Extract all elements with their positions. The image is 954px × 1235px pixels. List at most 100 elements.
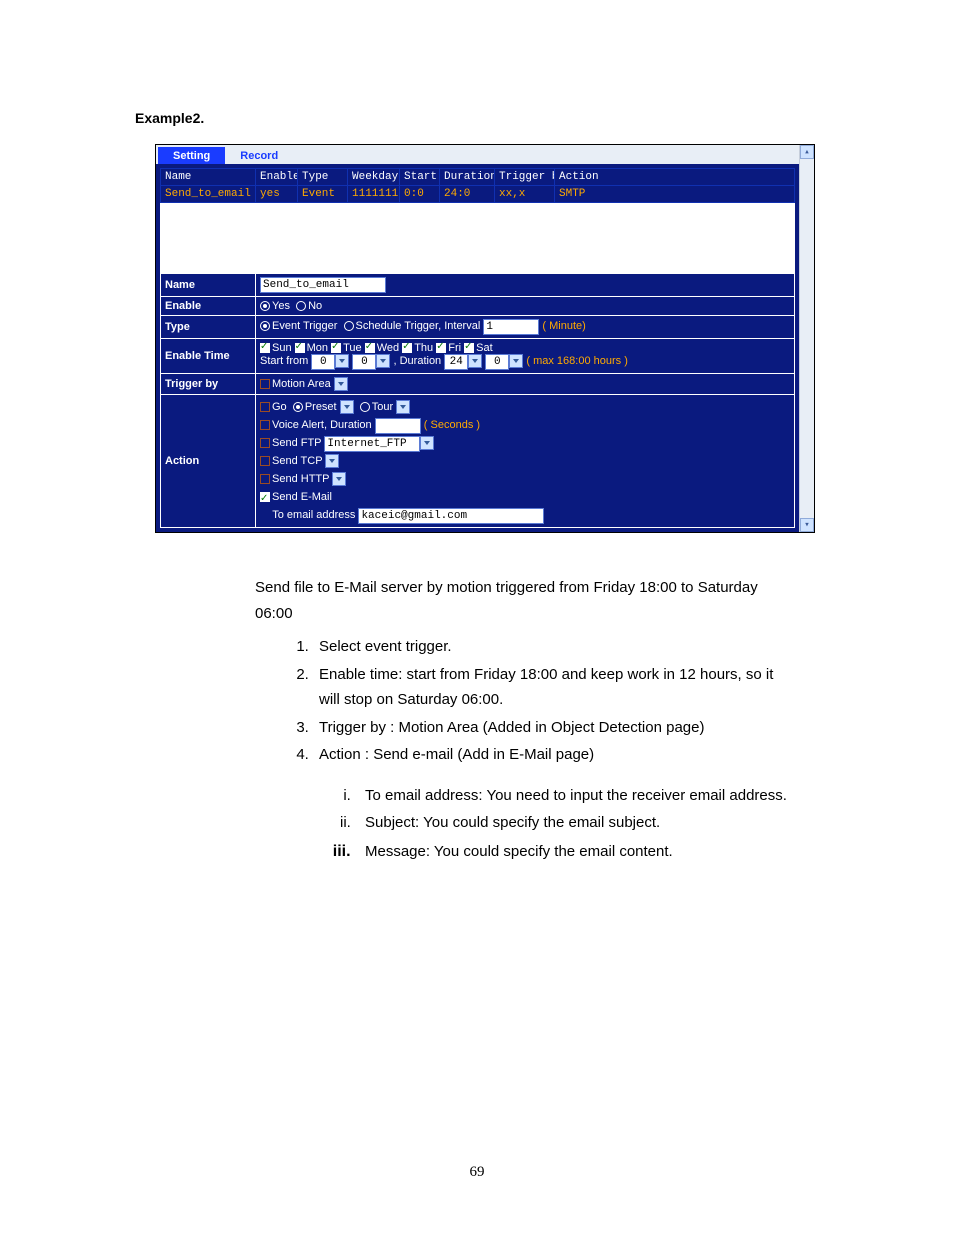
th-type: Type [298, 169, 348, 186]
max-hours-label: ( max 168:00 hours ) [526, 355, 628, 367]
scrollbar[interactable]: ▴ ▾ [799, 145, 814, 532]
motion-area-text: Motion Area [272, 378, 331, 390]
substep-ii: Subject: You could specify the email sub… [355, 810, 795, 836]
radio-event-trigger[interactable] [260, 321, 270, 331]
day-thu: Thu [414, 342, 433, 354]
http-dd[interactable] [332, 472, 346, 486]
events-table: Name Enable Type Weekday Start Duration … [160, 168, 795, 203]
th-trigger: Trigger by [495, 169, 555, 186]
chk-thu[interactable] [402, 343, 412, 353]
step-4: Action : Send e-mail (Add in E-Mail page… [313, 742, 795, 768]
send-http-text: Send HTTP [272, 473, 329, 485]
radio-preset[interactable] [293, 402, 303, 412]
name-input[interactable] [260, 277, 386, 293]
interval-input[interactable] [483, 319, 539, 335]
tabs-bar: Setting Record [156, 145, 799, 164]
enable-no-text: No [308, 300, 322, 312]
intro-paragraph: Send file to E-Mail server by motion tri… [255, 575, 795, 626]
email-input[interactable] [358, 508, 544, 524]
label-type: Type [161, 316, 256, 339]
example-heading: Example2. [135, 110, 819, 126]
scroll-track[interactable] [800, 159, 814, 518]
type-sched-text: Schedule Trigger, Interval [356, 320, 481, 332]
minute-label: ( Minute) [542, 320, 585, 332]
radio-tour[interactable] [360, 402, 370, 412]
cell-enable: yes [256, 186, 298, 203]
th-action: Action [555, 169, 795, 186]
go-text: Go [272, 401, 287, 413]
scroll-up-icon[interactable]: ▴ [800, 145, 814, 159]
dur-hour-dd[interactable] [468, 354, 482, 368]
cell-type: Event [298, 186, 348, 203]
day-tue: Tue [343, 342, 362, 354]
chk-tue[interactable] [331, 343, 341, 353]
chk-send-email[interactable] [260, 492, 270, 502]
motion-area-dd[interactable] [334, 377, 348, 391]
start-min-dd[interactable] [376, 354, 390, 368]
dur-hour-input[interactable] [444, 354, 468, 370]
chk-sat[interactable] [464, 343, 474, 353]
duration-label: , Duration [393, 355, 441, 367]
enable-yes-text: Yes [272, 300, 290, 312]
radio-schedule-trigger[interactable] [344, 321, 354, 331]
substep-iii: Message: You could specify the email con… [355, 838, 795, 865]
label-enable: Enable [161, 297, 256, 316]
step-2: Enable time: start from Friday 18:00 and… [313, 662, 795, 713]
table-row[interactable]: Send_to_email yes Event 1111111 0:0 24:0… [161, 186, 795, 203]
preset-text: Preset [305, 401, 337, 413]
chk-send-ftp[interactable] [260, 438, 270, 448]
chk-go[interactable] [260, 402, 270, 412]
send-email-text: Send E-Mail [272, 491, 332, 503]
th-name: Name [161, 169, 256, 186]
chk-motion-area[interactable] [260, 379, 270, 389]
day-mon: Mon [307, 342, 328, 354]
cell-weekday: 1111111 [348, 186, 400, 203]
preset-dd[interactable] [340, 400, 354, 414]
chk-fri[interactable] [436, 343, 446, 353]
dur-min-input[interactable] [485, 354, 509, 370]
cell-name: Send_to_email [161, 186, 256, 203]
start-hour-dd[interactable] [335, 354, 349, 368]
chk-wed[interactable] [365, 343, 375, 353]
th-start: Start [400, 169, 440, 186]
instruction-text: Send file to E-Mail server by motion tri… [255, 575, 795, 864]
start-hour-input[interactable] [311, 354, 335, 370]
tab-record[interactable]: Record [225, 147, 293, 164]
ftp-dd[interactable] [420, 436, 434, 450]
tcp-dd[interactable] [325, 454, 339, 468]
th-enable: Enable [256, 169, 298, 186]
voice-text: Voice Alert, Duration [272, 419, 372, 431]
th-weekday: Weekday [348, 169, 400, 186]
chk-sun[interactable] [260, 343, 270, 353]
label-action: Action [161, 395, 256, 528]
dur-min-dd[interactable] [509, 354, 523, 368]
chk-voice[interactable] [260, 420, 270, 430]
chk-mon[interactable] [295, 343, 305, 353]
cell-action: SMTP [555, 186, 795, 203]
tab-setting[interactable]: Setting [158, 147, 225, 164]
event-form: Name Enable Yes No [160, 273, 795, 528]
label-enable-time: Enable Time [161, 339, 256, 374]
settings-screenshot: Setting Record Name Enable [155, 144, 815, 533]
tour-dd[interactable] [396, 400, 410, 414]
seconds-label: ( Seconds ) [424, 419, 480, 431]
start-min-input[interactable] [352, 354, 376, 370]
day-sat: Sat [476, 342, 493, 354]
start-from-label: Start from [260, 355, 308, 367]
voice-duration-input[interactable] [375, 418, 421, 434]
scroll-down-icon[interactable]: ▾ [800, 518, 814, 532]
chk-send-tcp[interactable] [260, 456, 270, 466]
radio-enable-no[interactable] [296, 301, 306, 311]
th-duration: Duration [440, 169, 495, 186]
cell-start: 0:0 [400, 186, 440, 203]
chk-send-http[interactable] [260, 474, 270, 484]
ftp-select[interactable] [324, 436, 420, 452]
tour-text: Tour [372, 401, 393, 413]
day-wed: Wed [377, 342, 399, 354]
label-trigger-by: Trigger by [161, 374, 256, 395]
cell-duration: 24:0 [440, 186, 495, 203]
step-1: Select event trigger. [313, 634, 795, 660]
radio-enable-yes[interactable] [260, 301, 270, 311]
day-fri: Fri [448, 342, 461, 354]
page-number: 69 [135, 1164, 819, 1181]
